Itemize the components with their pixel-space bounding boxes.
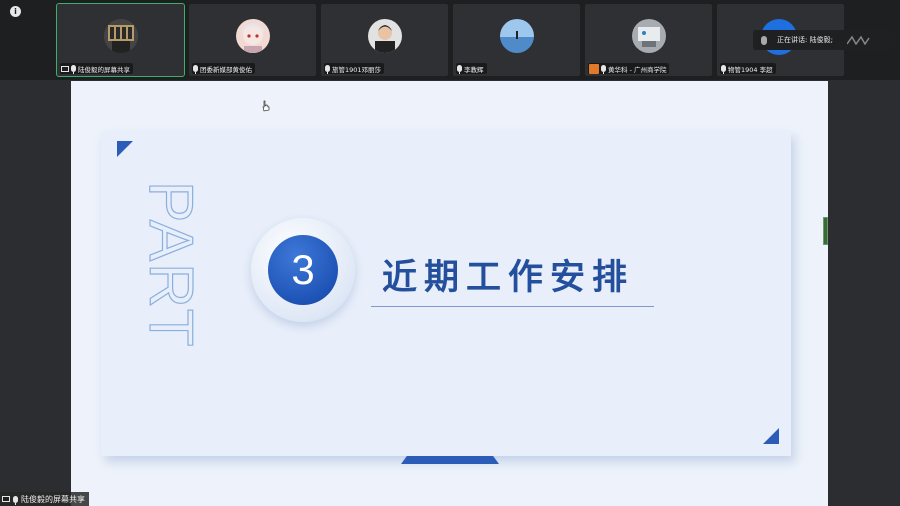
participant-name: 黄华科 - 广州商学院 (608, 65, 667, 74)
participant-name: 旅管1901邓丽莎 (332, 65, 382, 74)
participant-tile[interactable]: 黄华科 - 广州商学院 (585, 4, 712, 76)
participant-name: 团委新媒部黄俊佑 (200, 65, 252, 74)
mic-icon (601, 65, 606, 74)
participant-avatar (367, 19, 402, 53)
section-number-badge: 3 (251, 218, 355, 322)
slide-bottom-tab (401, 456, 499, 464)
screen-share-icon (61, 65, 69, 72)
participant-avatar (631, 19, 666, 53)
participant-tile[interactable]: 团委新媒部黄俊佑 (189, 4, 316, 76)
slide: PART 3 近期工作安排 (101, 131, 791, 464)
audio-wave-icon (846, 35, 870, 45)
participant-name: 陆俊毅的屏幕共享 (78, 65, 130, 74)
mic-icon (71, 65, 76, 74)
part-vertical-text: PART (135, 180, 205, 351)
svg-text:PART: PART (144, 181, 204, 349)
participant-tile[interactable]: 李教辉 (453, 4, 580, 76)
info-icon[interactable]: i (10, 6, 21, 17)
hand-cursor-icon (262, 100, 270, 112)
participant-avatar (103, 19, 138, 53)
screen-share-icon (2, 496, 10, 502)
slide-title: 近期工作安排 (382, 258, 635, 298)
mic-icon (721, 65, 726, 74)
participant-tile-screen-share[interactable]: 陆俊毅的屏幕共享 (56, 3, 185, 77)
title-underline (371, 306, 654, 307)
participant-avatar (499, 19, 534, 53)
participant-label: 黄华科 - 广州商学院 (588, 63, 670, 74)
shared-screen: PART 3 近期工作安排 (71, 81, 828, 506)
participant-label: 陆俊毅的屏幕共享 (60, 63, 133, 74)
participant-name: 物管1904 李超 (728, 65, 773, 74)
slide-corner-decoration (763, 428, 779, 444)
participant-label: 物管1904 李超 (720, 63, 776, 74)
mic-icon (325, 65, 330, 74)
speaker-icon (761, 35, 767, 45)
mic-icon (457, 65, 462, 74)
mic-icon (13, 495, 18, 505)
participant-tile[interactable]: 旅管1901邓丽莎 (321, 4, 448, 76)
speaking-indicator: 正在讲话: 陆俊毅; (753, 30, 895, 50)
slide-corner-decoration (117, 141, 133, 157)
screen-share-badge: 陆俊毅的屏幕共享 (0, 492, 89, 506)
participant-strip: i 陆俊毅的屏幕共享 团委新媒部黄俊佑 旅管1901邓丽莎 李教辉 黄华科 - … (0, 0, 900, 80)
section-number: 3 (268, 235, 338, 305)
participant-label: 旅管1901邓丽莎 (324, 63, 385, 74)
mic-icon (193, 65, 198, 74)
participant-label: 团委新媒部黄俊佑 (192, 63, 255, 74)
user-icon (589, 63, 599, 74)
participant-avatar (235, 19, 270, 53)
participant-name: 李教辉 (464, 65, 484, 74)
side-panel-handle[interactable] (823, 217, 828, 245)
speaking-text: 正在讲话: 陆俊毅; (777, 36, 833, 44)
screen-share-label: 陆俊毅的屏幕共享 (21, 494, 85, 504)
participant-label: 李教辉 (456, 63, 487, 74)
